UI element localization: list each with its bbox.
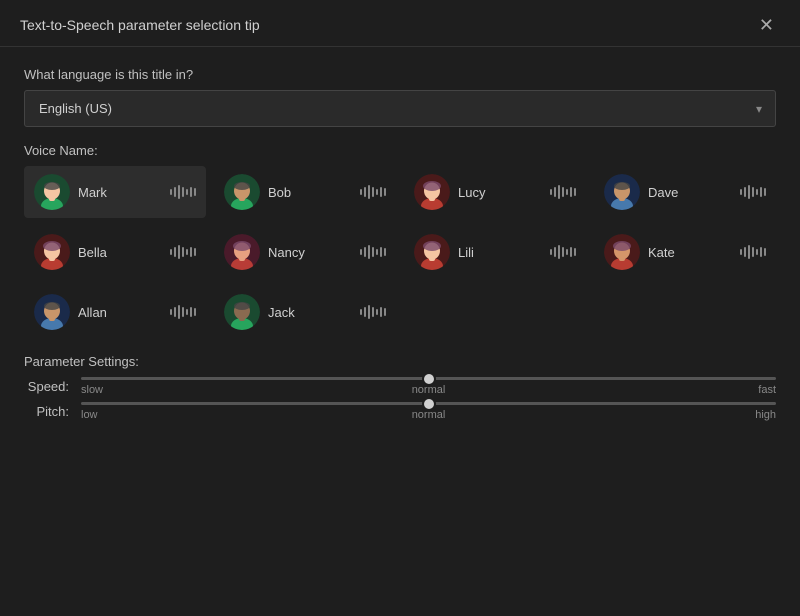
speed-fast-label: fast: [758, 384, 776, 396]
voice-grid: Mark Bob: [24, 166, 776, 338]
language-select[interactable]: English (US) English (UK) Spanish French…: [24, 90, 776, 127]
avatar-lili: [414, 234, 450, 270]
voice-section-label: Voice Name:: [24, 143, 776, 158]
wave-icon[interactable]: [740, 245, 766, 259]
dialog-content: What language is this title in? English …: [0, 47, 800, 616]
language-select-wrapper: English (US) English (UK) Spanish French…: [24, 90, 776, 127]
pitch-labels: low normal high: [81, 409, 776, 421]
wave-icon[interactable]: [550, 245, 576, 259]
wave-icon[interactable]: [170, 185, 196, 199]
speed-slider-container: slow normal fast: [81, 377, 776, 396]
speed-labels: slow normal fast: [81, 384, 776, 396]
dialog: Text-to-Speech parameter selection tip ✕…: [0, 0, 800, 616]
speed-slow-label: slow: [81, 384, 103, 396]
speed-normal-label: normal: [412, 384, 446, 396]
pitch-high-label: high: [755, 409, 776, 421]
wave-icon[interactable]: [550, 185, 576, 199]
wave-icon[interactable]: [170, 245, 196, 259]
avatar-lucy: [414, 174, 450, 210]
language-section: What language is this title in? English …: [24, 67, 776, 127]
voice-item-kate[interactable]: Kate: [594, 226, 776, 278]
voice-name-lili: Lili: [458, 245, 542, 260]
param-section-label: Parameter Settings:: [24, 354, 776, 369]
voice-item-allan[interactable]: Allan: [24, 286, 206, 338]
pitch-slider-container: low normal high: [81, 402, 776, 421]
voice-name-lucy: Lucy: [458, 185, 542, 200]
voice-item-mark[interactable]: Mark: [24, 166, 206, 218]
param-section: Parameter Settings: Speed: slow normal f…: [24, 354, 776, 427]
speed-row: Speed: slow normal fast: [24, 377, 776, 396]
voice-item-bella[interactable]: Bella: [24, 226, 206, 278]
voice-name-dave: Dave: [648, 185, 732, 200]
avatar-nancy: [224, 234, 260, 270]
avatar-bella: [34, 234, 70, 270]
voice-name-kate: Kate: [648, 245, 732, 260]
voice-name-allan: Allan: [78, 305, 162, 320]
pitch-slider[interactable]: [81, 402, 776, 405]
wave-icon[interactable]: [360, 305, 386, 319]
avatar-jack: [224, 294, 260, 330]
voice-item-lucy[interactable]: Lucy: [404, 166, 586, 218]
voice-item-nancy[interactable]: Nancy: [214, 226, 396, 278]
speed-label: Speed:: [24, 379, 69, 394]
voice-name-jack: Jack: [268, 305, 352, 320]
speed-slider[interactable]: [81, 377, 776, 380]
voice-name-bob: Bob: [268, 185, 352, 200]
title-bar: Text-to-Speech parameter selection tip ✕: [0, 0, 800, 47]
avatar-mark: [34, 174, 70, 210]
wave-icon[interactable]: [360, 185, 386, 199]
voice-item-bob[interactable]: Bob: [214, 166, 396, 218]
wave-icon[interactable]: [740, 185, 766, 199]
pitch-row: Pitch: low normal high: [24, 402, 776, 421]
language-label: What language is this title in?: [24, 67, 776, 82]
voice-item-lili[interactable]: Lili: [404, 226, 586, 278]
voice-section: Voice Name: Mark: [24, 143, 776, 338]
avatar-bob: [224, 174, 260, 210]
wave-icon[interactable]: [360, 245, 386, 259]
avatar-allan: [34, 294, 70, 330]
voice-name-bella: Bella: [78, 245, 162, 260]
pitch-low-label: low: [81, 409, 98, 421]
close-button[interactable]: ✕: [753, 14, 780, 36]
wave-icon[interactable]: [170, 305, 196, 319]
avatar-dave: [604, 174, 640, 210]
dialog-title: Text-to-Speech parameter selection tip: [20, 17, 260, 33]
voice-name-nancy: Nancy: [268, 245, 352, 260]
voice-name-mark: Mark: [78, 185, 162, 200]
avatar-kate: [604, 234, 640, 270]
voice-item-jack[interactable]: Jack: [214, 286, 396, 338]
voice-item-dave[interactable]: Dave: [594, 166, 776, 218]
pitch-normal-label: normal: [412, 409, 446, 421]
pitch-label: Pitch:: [24, 404, 69, 419]
